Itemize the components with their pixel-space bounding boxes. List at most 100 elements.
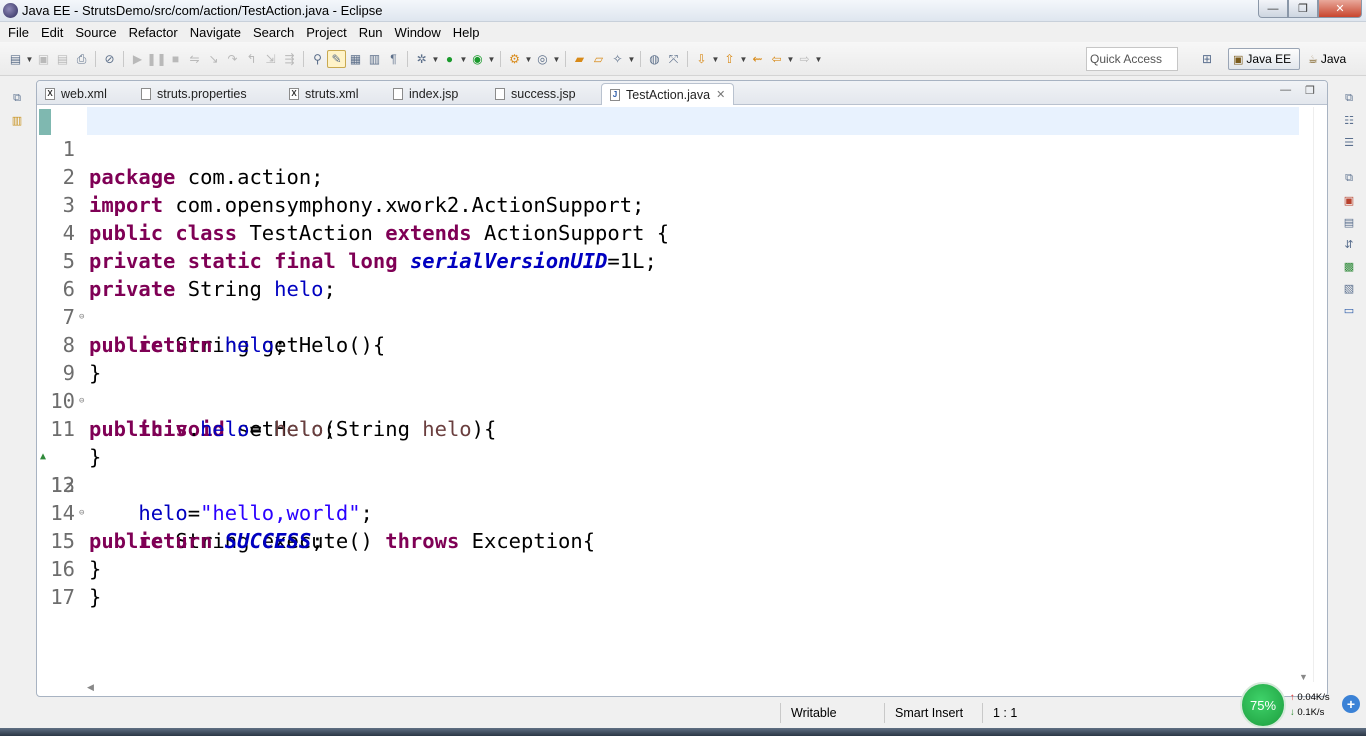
menu-search[interactable]: Search xyxy=(247,25,300,40)
overview-ruler[interactable] xyxy=(1313,107,1325,682)
network-usage-percent[interactable]: 75% xyxy=(1240,682,1286,728)
debug-icon[interactable]: ✲ xyxy=(412,50,431,68)
terminate-icon[interactable]: ■ xyxy=(166,50,185,68)
markers-icon[interactable]: ▣ xyxy=(1341,194,1357,208)
back-dropdown-icon[interactable]: ▼ xyxy=(786,55,795,64)
menu-navigate[interactable]: Navigate xyxy=(184,25,247,40)
window-controls: — ❐ ✕ xyxy=(1258,0,1362,18)
previous-annotation-dropdown-icon[interactable]: ▼ xyxy=(739,55,748,64)
open-web-browser-icon[interactable]: ◍ xyxy=(645,50,664,68)
tab-struts-properties[interactable]: struts.properties xyxy=(133,83,247,105)
save-all-icon[interactable]: ▤ xyxy=(53,50,72,68)
save-icon[interactable]: ▣ xyxy=(34,50,53,68)
perspective-java-ee-button[interactable]: ▣ Java EE xyxy=(1228,48,1300,70)
next-annotation-dropdown-icon[interactable]: ▼ xyxy=(711,55,720,64)
print-icon[interactable]: ⎙ xyxy=(72,50,91,68)
minimize-button[interactable]: — xyxy=(1258,0,1288,18)
back-icon[interactable]: ⇦ xyxy=(767,50,786,68)
show-whitespace-chars-icon[interactable]: ¶ xyxy=(384,50,403,68)
step-return-icon[interactable]: ↰ xyxy=(242,50,261,68)
properties-icon[interactable]: ▤ xyxy=(1341,216,1357,230)
step-over-icon[interactable]: ↷ xyxy=(223,50,242,68)
editor-tab-bar: X web.xml struts.properties X struts.xml… xyxy=(37,81,1327,105)
use-step-filters-icon[interactable]: ⇶ xyxy=(280,50,299,68)
scroll-down-icon[interactable]: ▼ xyxy=(1299,672,1308,682)
restore-icon[interactable]: ⧉ xyxy=(1341,92,1357,106)
window-title: Java EE - StrutsDemo/src/com/action/Test… xyxy=(22,3,383,18)
tab-web-xml[interactable]: X web.xml xyxy=(37,83,107,105)
skip-breakpoints-icon[interactable]: ⊘ xyxy=(100,50,119,68)
outline-icon[interactable]: ☰ xyxy=(1341,136,1357,150)
open-folder-icon[interactable]: ▱ xyxy=(589,50,608,68)
suspend-icon[interactable]: ❚❚ xyxy=(146,50,166,68)
block-selection-icon[interactable]: ▦ xyxy=(346,50,365,68)
toggle-breadcrumb-icon[interactable]: ⚲ xyxy=(308,50,327,68)
menu-refactor[interactable]: Refactor xyxy=(123,25,184,40)
tab-success-jsp[interactable]: success.jsp xyxy=(487,83,576,105)
console-icon[interactable]: ▭ xyxy=(1341,304,1357,318)
drop-to-frame-icon[interactable]: ⇲ xyxy=(261,50,280,68)
horizontal-scrollbar[interactable]: ◀ xyxy=(87,682,1307,694)
new-icon[interactable]: ▤ xyxy=(6,50,25,68)
step-into-icon[interactable]: ↘ xyxy=(204,50,223,68)
data-source-explorer-icon[interactable]: ▩ xyxy=(1341,260,1357,274)
search-icon[interactable]: ✧ xyxy=(608,50,627,68)
restore-icon[interactable]: ⧉ xyxy=(9,92,25,106)
run-icon[interactable]: ● xyxy=(440,50,459,68)
open-perspective-button[interactable]: ⊞ xyxy=(1196,48,1218,70)
xml-file-icon: X xyxy=(45,88,55,100)
run-dropdown-icon[interactable]: ▼ xyxy=(459,55,468,64)
project-explorer-icon[interactable]: ▥ xyxy=(9,114,25,128)
right-trim-stack: ⧉ ☷ ☰ ⧉ ▣ ▤ ⇵ ▩ ▧ ▭ xyxy=(1334,80,1364,700)
task-list-icon[interactable]: ☷ xyxy=(1341,114,1357,128)
maximize-button[interactable]: ❐ xyxy=(1288,0,1318,18)
new-server-icon[interactable]: ⚙ xyxy=(505,50,524,68)
search-dropdown-icon[interactable]: ▼ xyxy=(627,55,636,64)
new-server-dropdown-icon[interactable]: ▼ xyxy=(524,55,533,64)
code-line: 11 } xyxy=(37,387,1297,469)
tab-close-icon[interactable]: ✕ xyxy=(716,88,725,101)
tab-struts-xml[interactable]: X struts.xml xyxy=(281,83,358,105)
menu-run[interactable]: Run xyxy=(353,25,389,40)
accelerate-plus-button[interactable]: + xyxy=(1342,695,1360,713)
network-speed-widget[interactable]: 75% ↑ 0.04K/s ↓ 0.1K/s + xyxy=(1240,682,1366,728)
disconnect-icon[interactable]: ⇋ xyxy=(185,50,204,68)
debug-dropdown-icon[interactable]: ▼ xyxy=(431,55,440,64)
menu-help[interactable]: Help xyxy=(447,25,486,40)
run-server-icon[interactable]: ◉ xyxy=(468,50,487,68)
prev-annotation-icon[interactable]: ⤧ xyxy=(664,50,683,68)
open-type-icon[interactable]: ▰ xyxy=(570,50,589,68)
upload-arrow-icon: ↑ xyxy=(1290,692,1295,703)
mark-occurrences-icon[interactable]: ✎ xyxy=(327,50,346,68)
servers-icon[interactable]: ⇵ xyxy=(1341,238,1357,252)
close-button[interactable]: ✕ xyxy=(1318,0,1362,18)
tab-index-jsp[interactable]: index.jsp xyxy=(385,83,458,105)
vertical-scrollbar[interactable]: ▼ xyxy=(1297,107,1311,682)
forward-dropdown-icon[interactable]: ▼ xyxy=(814,55,823,64)
editor-minimize-icon[interactable]: — xyxy=(1280,84,1291,97)
new-class-dropdown-icon[interactable]: ▼ xyxy=(552,55,561,64)
next-annotation-icon[interactable]: ⇩ xyxy=(692,50,711,68)
menu-source[interactable]: Source xyxy=(69,25,122,40)
quick-access-input[interactable]: Quick Access xyxy=(1086,47,1178,71)
code-editor[interactable]: 1 package com.action; 2 import com.opens… xyxy=(37,107,1327,682)
jsp-file-icon xyxy=(393,88,403,100)
scroll-left-icon[interactable]: ◀ xyxy=(87,682,94,692)
new-dropdown-icon[interactable]: ▼ xyxy=(25,55,34,64)
resume-icon[interactable]: ▶ xyxy=(128,50,147,68)
last-edit-location-icon[interactable]: ⇜ xyxy=(748,50,767,68)
restore-icon[interactable]: ⧉ xyxy=(1341,172,1357,186)
forward-icon[interactable]: ⇨ xyxy=(795,50,814,68)
show-whitespace-icon[interactable]: ▥ xyxy=(365,50,384,68)
editor-maximize-icon[interactable]: ❐ xyxy=(1305,84,1315,97)
snippets-icon[interactable]: ▧ xyxy=(1341,282,1357,296)
new-java-class-icon[interactable]: ◎ xyxy=(533,50,552,68)
menu-file[interactable]: File xyxy=(2,25,35,40)
previous-annotation-icon[interactable]: ⇧ xyxy=(720,50,739,68)
perspective-java-button[interactable]: ☕ Java xyxy=(1306,48,1346,70)
menu-window[interactable]: Window xyxy=(389,25,447,40)
menu-edit[interactable]: Edit xyxy=(35,25,69,40)
run-server-dropdown-icon[interactable]: ▼ xyxy=(487,55,496,64)
tab-testaction-java[interactable]: J TestAction.java ✕ xyxy=(601,83,735,105)
menu-project[interactable]: Project xyxy=(300,25,352,40)
